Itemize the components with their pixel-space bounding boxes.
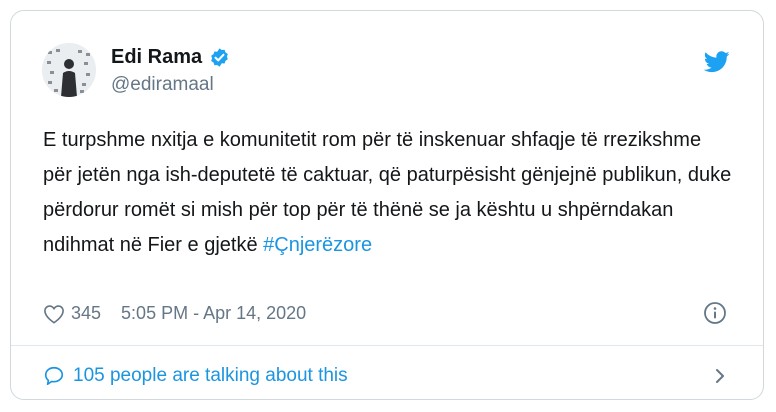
author-name-row[interactable]: Edi Rama — [111, 46, 230, 69]
heart-icon[interactable] — [43, 304, 65, 324]
tweet-meta: 345 5:05 PM - Apr 14, 2020 — [43, 303, 306, 324]
like-count[interactable]: 345 — [71, 303, 101, 324]
speech-bubble-icon — [44, 366, 64, 386]
tweet-timestamp[interactable]: 5:05 PM - Apr 14, 2020 — [121, 303, 306, 324]
tweet-text: E turpshme nxitja e komunitetit rom për … — [43, 123, 733, 263]
conversation-link[interactable]: 105 people are talking about this — [43, 361, 731, 391]
divider — [11, 345, 763, 346]
avatar-image — [42, 43, 96, 97]
avatar[interactable] — [42, 43, 96, 97]
author-name[interactable]: Edi Rama — [111, 46, 202, 69]
author-handle[interactable]: @ediramaal — [111, 74, 214, 96]
verified-badge-icon — [211, 48, 228, 67]
hashtag-link[interactable]: #Çnjerëzore — [263, 234, 372, 256]
tweet-body: E turpshme nxitja e komunitetit rom për … — [43, 129, 732, 256]
tweet-card[interactable]: Edi Rama @ediramaal E turpshme nxitja e … — [10, 10, 764, 400]
chevron-right-icon[interactable] — [713, 367, 727, 385]
talking-about-text[interactable]: 105 people are talking about this — [73, 365, 348, 387]
info-icon[interactable] — [703, 301, 727, 325]
twitter-bird-icon[interactable] — [704, 51, 730, 73]
